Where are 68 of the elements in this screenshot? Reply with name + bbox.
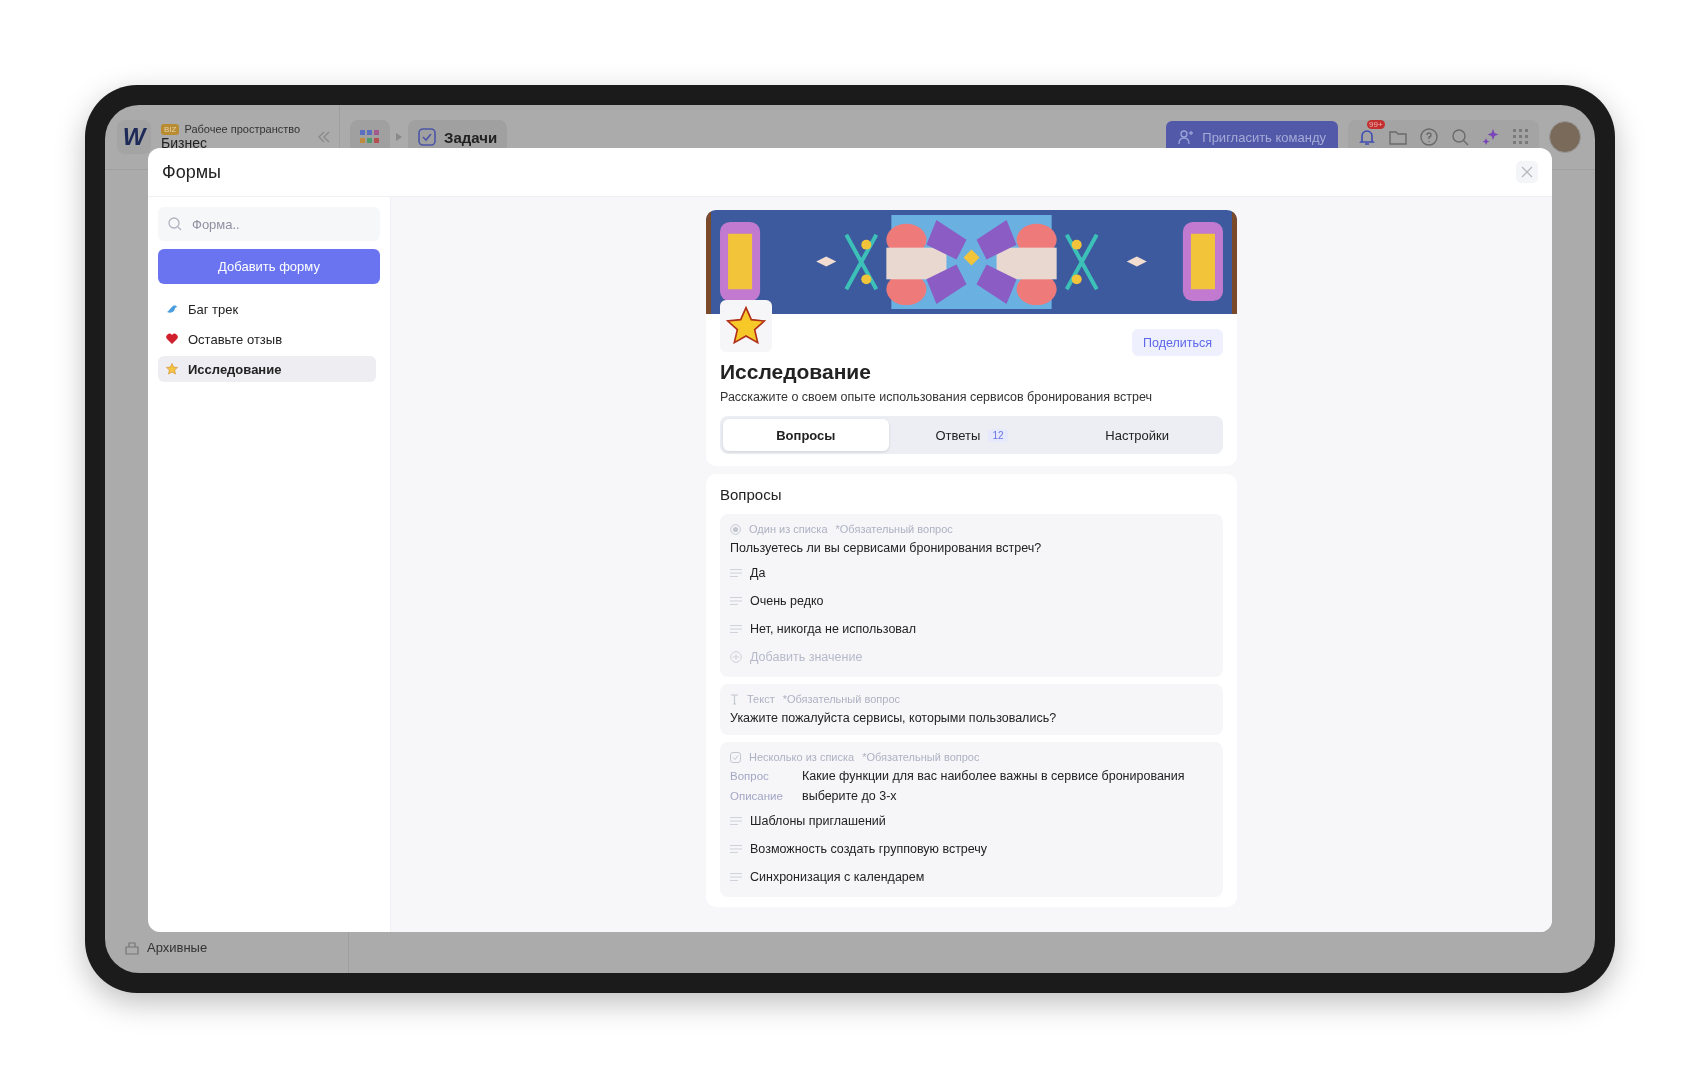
help-icon[interactable] bbox=[1420, 128, 1438, 146]
required-label: *Обязательный вопрос bbox=[782, 693, 900, 705]
plan-badge: BIZ bbox=[161, 123, 180, 135]
logo[interactable]: W bbox=[117, 120, 151, 154]
folder-icon[interactable] bbox=[1389, 129, 1407, 145]
question-type: Текст bbox=[747, 693, 775, 705]
chevron-right-icon bbox=[396, 133, 402, 141]
option-text: Шаблоны приглашений bbox=[750, 814, 886, 828]
question-card[interactable]: Один из списка *Обязательный вопрос Пользуетесь ли вы сервисами бронирования встреч? Да Очень редко Нет, никогда не использовал Добавить значение bbox=[720, 514, 1223, 677]
drag-handle-icon[interactable] bbox=[730, 845, 742, 853]
form-description: Расскажите о своем опыте использования сервисов бронирования встреч bbox=[720, 390, 1154, 404]
close-button[interactable] bbox=[1516, 161, 1538, 183]
grid-icon[interactable] bbox=[1513, 129, 1529, 145]
option-text: Нет, никогда не использовал bbox=[750, 622, 917, 636]
search-field[interactable]: Форма.. bbox=[158, 207, 380, 241]
workspace-label: Рабочее пространство bbox=[184, 123, 301, 135]
notification-count: 99+ bbox=[1367, 120, 1385, 129]
close-icon bbox=[1521, 166, 1533, 178]
archive-link[interactable]: Архивные bbox=[147, 940, 208, 955]
workspace-name: Бизнес bbox=[161, 135, 208, 151]
field-label: Описание bbox=[730, 789, 784, 804]
add-user-icon bbox=[1178, 129, 1195, 145]
drag-handle-icon[interactable] bbox=[730, 817, 742, 825]
heart-icon bbox=[166, 333, 178, 345]
required-label: *Обязательный вопрос bbox=[835, 523, 953, 535]
search-icon[interactable] bbox=[1451, 128, 1469, 146]
question-card[interactable] bbox=[720, 742, 1223, 897]
drag-handle-icon[interactable] bbox=[730, 597, 742, 605]
star-icon bbox=[166, 363, 178, 375]
dialog-title: Формы bbox=[162, 161, 222, 183]
question-text: Пользуетесь ли вы сервисами бронирования встреч? bbox=[730, 540, 1043, 557]
checkbox-icon bbox=[418, 128, 436, 146]
avatar[interactable] bbox=[1549, 121, 1581, 153]
question-text: Какие функции для вас наиболее важны в сервисе бронирования bbox=[802, 768, 1186, 785]
form-list-item[interactable]: Исследование bbox=[158, 356, 376, 382]
collapse-icon[interactable] bbox=[317, 130, 331, 144]
drag-handle-icon[interactable] bbox=[730, 625, 742, 633]
drag-handle-icon[interactable] bbox=[730, 873, 742, 881]
form-list-item[interactable]: Баг трек bbox=[158, 296, 376, 322]
question-text: Укажите пожалуйста сервисы, которыми пользовались? bbox=[730, 710, 1058, 727]
tab[interactable]: Вопросы bbox=[723, 419, 889, 451]
apps-grid-icon bbox=[360, 130, 380, 144]
question-card[interactable]: Текст *Обязательный вопрос Укажите пожалуйста сервисы, которыми пользовались? bbox=[720, 684, 1223, 735]
radio-icon bbox=[730, 523, 741, 535]
option-text: Синхронизация с календарем bbox=[750, 870, 925, 884]
form-logo[interactable] bbox=[720, 300, 772, 352]
sparkle-icon[interactable] bbox=[1482, 128, 1500, 146]
question-description: выберите до 3-х bbox=[802, 788, 898, 805]
text-type-icon bbox=[730, 693, 739, 705]
tab[interactable]: Настройки bbox=[1054, 419, 1220, 451]
archive-icon bbox=[125, 940, 139, 955]
section-heading: Вопросы bbox=[720, 486, 783, 503]
form-list-item[interactable]: Оставьте отзыв bbox=[158, 326, 376, 352]
checkbox-icon bbox=[730, 751, 741, 763]
option-text: Возможность создать групповую встречу bbox=[750, 842, 988, 856]
question-type: Несколько из списка bbox=[749, 751, 855, 763]
form-title: Исследование bbox=[720, 360, 872, 384]
plus-circle-icon bbox=[730, 651, 742, 663]
option-text: Очень редко bbox=[750, 594, 824, 608]
field-label: Вопрос bbox=[730, 769, 770, 784]
bell-icon[interactable] bbox=[1358, 128, 1376, 146]
drag-handle-icon[interactable] bbox=[730, 569, 742, 577]
add-form-button[interactable]: Добавить форму bbox=[158, 249, 380, 284]
required-label: *Обязательный вопрос bbox=[862, 751, 980, 763]
option-text: Да bbox=[750, 566, 766, 580]
tab[interactable]: Ответы 12 bbox=[888, 419, 1055, 451]
question-type: Один из списка bbox=[749, 523, 828, 535]
share-button[interactable]: Поделиться bbox=[1131, 329, 1223, 356]
